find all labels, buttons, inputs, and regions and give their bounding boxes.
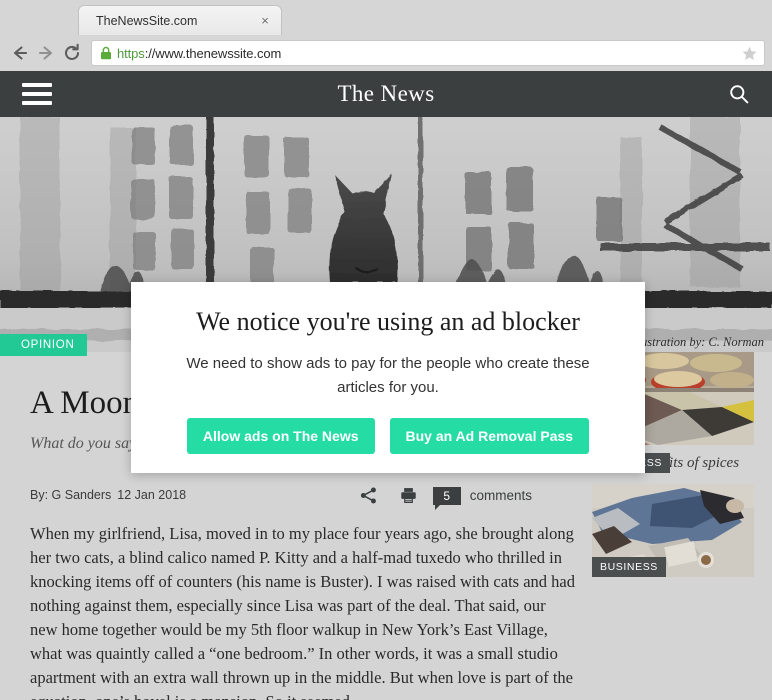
url-text: https://www.thenewssite.com <box>117 46 741 61</box>
print-icon[interactable] <box>389 484 429 508</box>
site-logo[interactable]: The News <box>0 81 772 107</box>
forward-arrow-icon[interactable] <box>33 40 59 66</box>
modal-body-text: We need to show ads to pay for the peopl… <box>186 354 590 396</box>
url-scheme: https <box>117 45 145 61</box>
adblock-modal: We notice you're using an ad blocker We … <box>131 282 645 473</box>
comment-count-badge[interactable]: 5 <box>432 486 461 510</box>
site-header: The News <box>0 71 772 117</box>
sidebar-card-business[interactable]: BUSINESS <box>592 483 754 577</box>
star-icon[interactable] <box>741 45 758 62</box>
reload-icon[interactable] <box>59 40 85 66</box>
byline: By: G Sanders 12 Jan 2018 <box>30 488 186 502</box>
comments-link[interactable]: comments <box>470 488 532 503</box>
allow-ads-button[interactable]: Allow ads on The News <box>186 417 375 454</box>
browser-tab[interactable]: TheNewsSite.com × <box>78 5 282 35</box>
browser-window: TheNewsSite.com × https://www.thenewssit… <box>0 0 772 700</box>
close-icon[interactable]: × <box>257 14 273 27</box>
hero-caption: Illustration by: C. Norman <box>629 335 764 349</box>
article-tools: 5 comments <box>349 484 532 510</box>
search-icon[interactable] <box>728 83 750 105</box>
modal-actions: Allow ads on The News Buy an Ad Removal … <box>131 417 645 454</box>
browser-toolbar: https://www.thenewssite.com <box>0 35 772 71</box>
byline-date: 12 Jan 2018 <box>117 487 187 502</box>
article-meta-row: By: G Sanders 12 Jan 2018 5 comments <box>30 484 575 510</box>
article-body: When my girlfriend, Lisa, moved in to my… <box>30 523 575 700</box>
browser-tab-title: TheNewsSite.com <box>96 13 198 28</box>
url-host-path: ://www.thenewssite.com <box>144 45 282 61</box>
back-arrow-icon[interactable] <box>7 40 33 66</box>
browser-tab-strip: TheNewsSite.com × <box>0 0 772 35</box>
url-bar[interactable]: https://www.thenewssite.com <box>91 40 765 66</box>
buy-ad-removal-pass-button[interactable]: Buy an Ad Removal Pass <box>389 417 590 454</box>
share-icon[interactable] <box>349 484 389 508</box>
modal-title: We notice you're using an ad blocker <box>196 307 580 336</box>
sidebar-badge-business[interactable]: BUSINESS <box>592 556 666 577</box>
byline-author: By: G Sanders <box>30 487 112 502</box>
padlock-icon <box>101 46 111 60</box>
